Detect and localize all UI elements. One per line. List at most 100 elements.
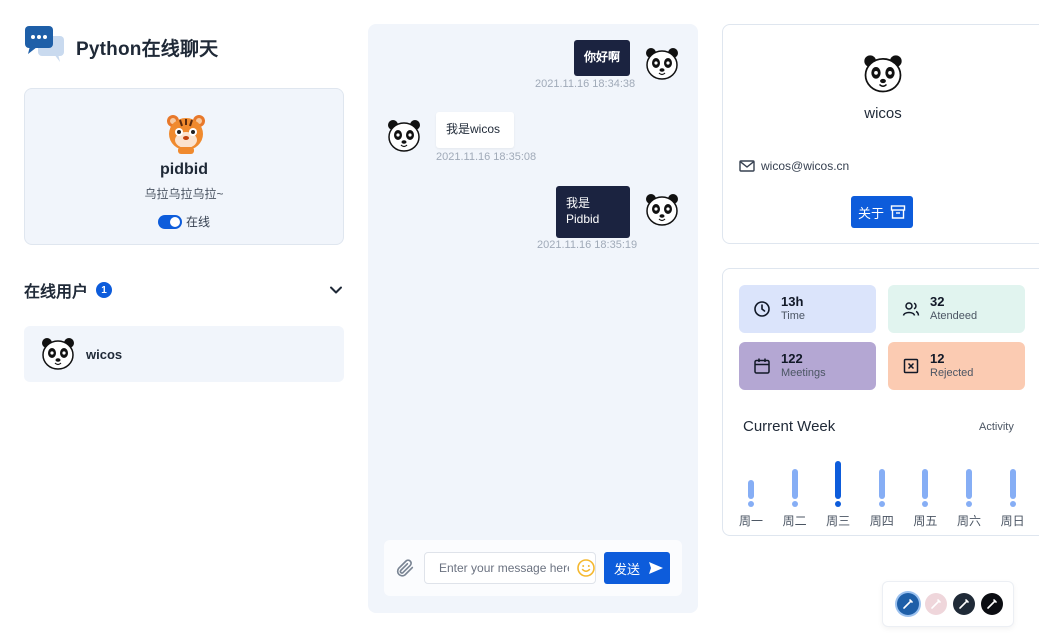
stat-label: Meetings	[781, 367, 826, 379]
activity-dot	[922, 501, 929, 507]
stat-label: Time	[781, 310, 806, 322]
message-bubble-received: 我是wicos	[436, 112, 514, 148]
panda-avatar	[42, 338, 74, 370]
day-label: 周四	[869, 514, 894, 528]
contact-email-row: wicos@wicos.cn	[739, 159, 849, 173]
users-icon	[902, 302, 920, 316]
message-time: 2021.11.16 18:35:08	[436, 151, 537, 163]
stat-rejected: 12 Rejected	[888, 342, 1025, 390]
status-label: 在线	[186, 215, 211, 229]
brush-icon	[903, 599, 913, 609]
stat-value: 32	[930, 294, 945, 309]
tiger-avatar	[167, 115, 205, 154]
week-bar-2: 周二	[780, 449, 810, 529]
emoji-icon[interactable]	[576, 558, 596, 578]
message-bubble-sent: 你好啊	[574, 40, 630, 76]
activity-dot	[1009, 501, 1016, 507]
about-label: 关于	[858, 205, 885, 221]
calendar-icon	[754, 358, 770, 374]
week-bar-3: 周三	[823, 449, 853, 529]
archive-icon	[890, 205, 906, 219]
stat-label: Rejected	[930, 367, 974, 379]
panda-avatar	[388, 120, 420, 152]
message-input[interactable]	[424, 552, 596, 584]
message-time: 2021.11.16 18:34:38	[535, 78, 636, 90]
message-composer: 发送	[384, 540, 682, 596]
stat-attended: 32 Atendeed	[888, 285, 1025, 333]
online-count-badge: 1	[96, 282, 113, 298]
message-time: 2021.11.16 18:35:19	[537, 239, 638, 251]
day-label: 周日	[1000, 514, 1025, 528]
panda-avatar	[864, 55, 902, 93]
message-line: Pidbid	[566, 212, 600, 226]
panda-avatar	[646, 48, 678, 80]
brush-icon	[987, 599, 997, 609]
stat-label: Atendeed	[930, 310, 978, 322]
day-label: 周二	[782, 514, 807, 528]
contact-card: wicos wicos@wicos.cn 关于	[722, 24, 1039, 244]
send-label: 发送	[614, 561, 641, 577]
stat-value: 122	[781, 351, 803, 366]
message-bubble-sent: 我是 Pidbid	[556, 186, 630, 238]
online-user-item[interactable]: wicos	[24, 326, 344, 382]
chat-logo-icon	[25, 26, 64, 62]
week-bar-5: 周五	[910, 449, 940, 529]
online-status: 在线	[158, 213, 210, 230]
activity-bar	[922, 469, 929, 499]
week-bar-6: 周六	[954, 449, 984, 529]
day-label: 周一	[738, 514, 763, 528]
brush-icon	[959, 599, 969, 609]
contact-email: wicos@wicos.cn	[761, 159, 850, 173]
profile-motto: 乌拉乌拉乌拉~	[144, 187, 224, 201]
activity-bar	[878, 469, 885, 499]
theme-swatch[interactable]	[897, 593, 919, 615]
activity-link[interactable]: Activity	[979, 421, 1014, 433]
theme-switcher	[882, 581, 1014, 627]
about-button[interactable]: 关于	[851, 196, 913, 228]
x-square-icon	[903, 358, 919, 374]
week-bar-1: 周一	[736, 449, 766, 529]
app-title: Python在线聊天	[76, 39, 219, 60]
stat-meetings: 122 Meetings	[739, 342, 876, 390]
activity-bar	[966, 469, 972, 499]
mail-icon	[739, 160, 755, 172]
stat-value: 12	[930, 351, 945, 366]
panda-avatar	[646, 194, 678, 226]
send-button[interactable]: 发送	[604, 552, 670, 584]
stat-value: 13h	[781, 294, 804, 309]
activity-dot	[835, 501, 842, 507]
theme-swatch[interactable]	[925, 593, 947, 615]
activity-bar	[791, 469, 798, 499]
theme-swatch[interactable]	[953, 593, 975, 615]
day-label: 周五	[913, 514, 938, 528]
activity-bar	[1009, 469, 1016, 499]
stat-time: 13h Time	[739, 285, 876, 333]
profile-card: pidbid 乌拉乌拉乌拉~ 在线	[24, 88, 344, 245]
activity-dot	[791, 501, 798, 507]
paperclip-icon[interactable]	[394, 557, 416, 579]
day-label: 周六	[956, 514, 981, 528]
activity-dot	[966, 501, 972, 507]
contact-name: wicos	[864, 105, 902, 122]
clock-icon	[754, 301, 770, 317]
week-bar-7: 周日	[998, 449, 1028, 529]
message-line: 我是	[566, 196, 591, 210]
chevron-down-icon[interactable]	[328, 282, 344, 298]
activity-dot	[878, 501, 885, 507]
theme-swatch[interactable]	[981, 593, 1003, 615]
week-bar-4: 周四	[867, 449, 897, 529]
online-users-header[interactable]: 在线用户 1	[24, 278, 344, 302]
online-users-title: 在线用户	[24, 284, 89, 301]
send-icon	[649, 562, 664, 574]
activity-bar	[835, 461, 842, 499]
activity-bar	[748, 480, 754, 499]
stats-card: 13h Time 32 Atendeed 122 Meetings 12 Rej…	[722, 268, 1039, 536]
activity-dot	[748, 501, 754, 507]
day-label: 周三	[826, 514, 851, 528]
brush-icon	[931, 599, 941, 609]
online-user-name: wicos	[86, 346, 123, 362]
week-title: Current Week	[743, 418, 836, 435]
chat-panel: 你好啊 2021.11.16 18:34:38 我是wicos 2021.11.…	[368, 24, 698, 613]
status-toggle[interactable]	[158, 214, 182, 229]
profile-name: pidbid	[160, 161, 208, 178]
